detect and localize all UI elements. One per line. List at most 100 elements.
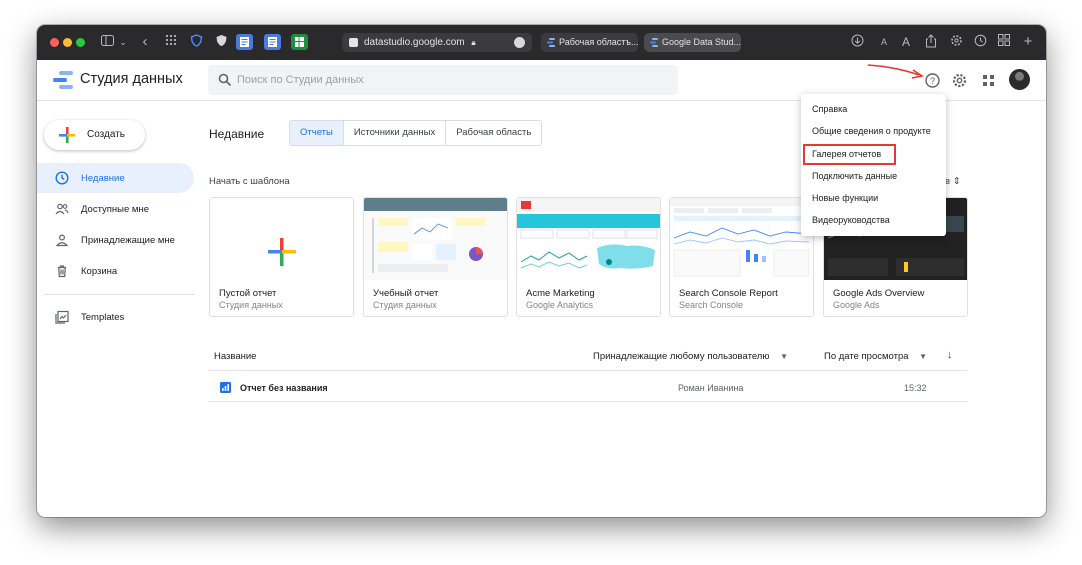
site-favicon bbox=[349, 38, 358, 47]
text-larger-button[interactable]: A bbox=[900, 34, 912, 50]
template-card-tutorial[interactable]: Учебный отчет Студия данных bbox=[363, 197, 508, 317]
sidebar-item-owned[interactable]: Принадлежащие мне bbox=[37, 225, 194, 255]
template-name: Пустой отчет bbox=[219, 288, 277, 299]
settings-gear-icon[interactable] bbox=[951, 72, 968, 89]
tab-workspace[interactable]: Рабочая область bbox=[446, 121, 542, 145]
history-icon[interactable] bbox=[973, 34, 987, 50]
menu-item-connect-data[interactable]: Подключить данные bbox=[812, 171, 897, 181]
avatar[interactable] bbox=[1009, 69, 1030, 90]
shield-icon[interactable] bbox=[189, 34, 203, 50]
table-row[interactable]: Отчет без названия Роман Иванина 15:32 bbox=[209, 372, 967, 402]
app-title: Студия данных bbox=[80, 71, 183, 87]
zoom-window-button[interactable] bbox=[76, 38, 85, 47]
lock-icon: 🔒︎ bbox=[471, 38, 476, 47]
back-icon[interactable]: ‹ bbox=[139, 34, 151, 50]
template-name: Учебный отчет bbox=[373, 288, 439, 299]
docs-app-icon-2[interactable] bbox=[264, 34, 281, 50]
report-time: 15:32 bbox=[904, 383, 927, 393]
sidebar-divider bbox=[44, 294, 195, 295]
sidebar-item-label: Принадлежащие мне bbox=[81, 235, 175, 246]
dropdown-arrow-icon: ▼ bbox=[780, 352, 789, 361]
create-button-label: Создать bbox=[87, 129, 126, 140]
menu-item-help[interactable]: Справка bbox=[812, 104, 847, 114]
sidebar-item-trash[interactable]: Корзина bbox=[37, 256, 194, 286]
address-bar[interactable]: datastudio.google.com 🔒︎ bbox=[342, 33, 532, 52]
report-owner: Роман Иванина bbox=[678, 383, 744, 393]
browser-toolbar: ⌄ ‹ datastudio.google.com 🔒︎ Рабочая обл… bbox=[37, 25, 1046, 60]
dropdown-arrow-icon: ▼ bbox=[919, 352, 928, 361]
help-menu: Справка Общие сведения о продукте Галере… bbox=[801, 94, 946, 236]
more-icon[interactable] bbox=[514, 37, 525, 48]
docs-app-icon[interactable] bbox=[236, 34, 253, 50]
template-card-search-console[interactable]: Search Console Report Search Console bbox=[669, 197, 814, 317]
template-card-acme[interactable]: Acme Marketing Google Analytics bbox=[516, 197, 661, 317]
browser-tab-1[interactable]: Рабочая областъ... bbox=[541, 33, 638, 52]
reports-table-header: Название Принадлежащие любому пользовате… bbox=[209, 343, 967, 371]
create-button[interactable]: Создать bbox=[44, 120, 145, 150]
tab-overview-icon[interactable] bbox=[997, 34, 1011, 50]
people-icon bbox=[55, 203, 69, 215]
sidebar-item-label: Templates bbox=[81, 312, 125, 323]
text-smaller-button[interactable]: A bbox=[879, 34, 889, 50]
search-box[interactable] bbox=[208, 65, 678, 95]
download-icon[interactable] bbox=[850, 34, 864, 50]
template-thumbnail bbox=[517, 198, 660, 280]
template-name: Search Console Report bbox=[679, 288, 778, 299]
sidebar-item-label: Доступные мне bbox=[81, 204, 149, 215]
sidebar-item-recent[interactable]: Недавние bbox=[37, 163, 194, 193]
sheets-app-icon[interactable] bbox=[291, 34, 308, 50]
sidebar-item-shared[interactable]: Доступные мне bbox=[37, 194, 194, 224]
minimize-window-button[interactable] bbox=[63, 38, 72, 47]
template-thumbnail bbox=[670, 198, 813, 280]
report-icon bbox=[220, 382, 231, 393]
grid-icon[interactable] bbox=[164, 34, 178, 50]
tab-data-sources[interactable]: Источники данных bbox=[343, 121, 447, 145]
template-source: Студия данных bbox=[373, 300, 437, 310]
menu-item-product-overview[interactable]: Общие сведения о продукте bbox=[812, 126, 931, 136]
templates-heading: Начать с шаблона bbox=[209, 176, 290, 187]
datastudio-tab-icon bbox=[547, 38, 555, 47]
template-thumbnail bbox=[210, 198, 353, 280]
template-name: Acme Marketing bbox=[526, 288, 595, 299]
sidebar-item-label: Корзина bbox=[81, 266, 118, 277]
address-text: datastudio.google.com bbox=[364, 37, 465, 48]
plus-icon bbox=[59, 127, 75, 143]
annotation-arrow-icon bbox=[867, 64, 925, 79]
column-name[interactable]: Название bbox=[214, 351, 256, 362]
datastudio-tab-icon bbox=[650, 38, 658, 47]
template-card-blank[interactable]: Пустой отчет Студия данных bbox=[209, 197, 354, 317]
annotation-highlight-box bbox=[803, 144, 896, 165]
template-thumbnail bbox=[364, 198, 507, 280]
chevron-down-icon[interactable]: ⌄ bbox=[118, 34, 128, 50]
report-name[interactable]: Отчет без названия bbox=[240, 383, 328, 393]
templates-icon bbox=[55, 310, 69, 324]
search-console-preview-icon bbox=[670, 198, 813, 280]
person-icon bbox=[55, 234, 69, 247]
templates-toggle[interactable]: в ⇕ bbox=[945, 176, 961, 187]
owner-filter-dropdown[interactable]: Принадлежащие любому пользователю ▼ bbox=[593, 351, 788, 362]
privacy-shield-icon[interactable] bbox=[214, 34, 228, 50]
content-type-tabs: Отчеты Источники данных Рабочая область bbox=[289, 120, 543, 146]
template-source: Google Analytics bbox=[526, 300, 594, 310]
new-tab-icon[interactable]: + bbox=[1021, 34, 1035, 50]
template-source: Студия данных bbox=[219, 300, 283, 310]
browser-tab-2[interactable]: Google Data Stud... bbox=[644, 33, 741, 52]
template-source: Google Ads bbox=[833, 300, 880, 310]
svg-text:?: ? bbox=[930, 76, 935, 86]
acme-preview-icon bbox=[517, 198, 660, 280]
search-input[interactable] bbox=[237, 65, 667, 95]
sort-direction-icon[interactable]: ↓ bbox=[947, 349, 953, 361]
sidebar-item-label: Недавние bbox=[81, 173, 125, 184]
gear-icon[interactable] bbox=[949, 34, 963, 50]
share-icon[interactable] bbox=[924, 34, 938, 50]
close-window-button[interactable] bbox=[50, 38, 59, 47]
sidebar-item-templates[interactable]: Templates bbox=[37, 302, 194, 332]
apps-grid-icon[interactable] bbox=[980, 72, 997, 89]
menu-item-whats-new[interactable]: Новые функции bbox=[812, 193, 878, 203]
menu-item-video-tutorials[interactable]: Видеоруководства bbox=[812, 215, 890, 225]
tab-reports[interactable]: Отчеты bbox=[290, 121, 344, 145]
sidebar-toggle-icon[interactable] bbox=[100, 34, 114, 50]
clock-icon bbox=[55, 171, 69, 185]
page-title: Недавние bbox=[209, 127, 265, 141]
sort-dropdown[interactable]: По дате просмотра ▼ bbox=[824, 351, 927, 362]
